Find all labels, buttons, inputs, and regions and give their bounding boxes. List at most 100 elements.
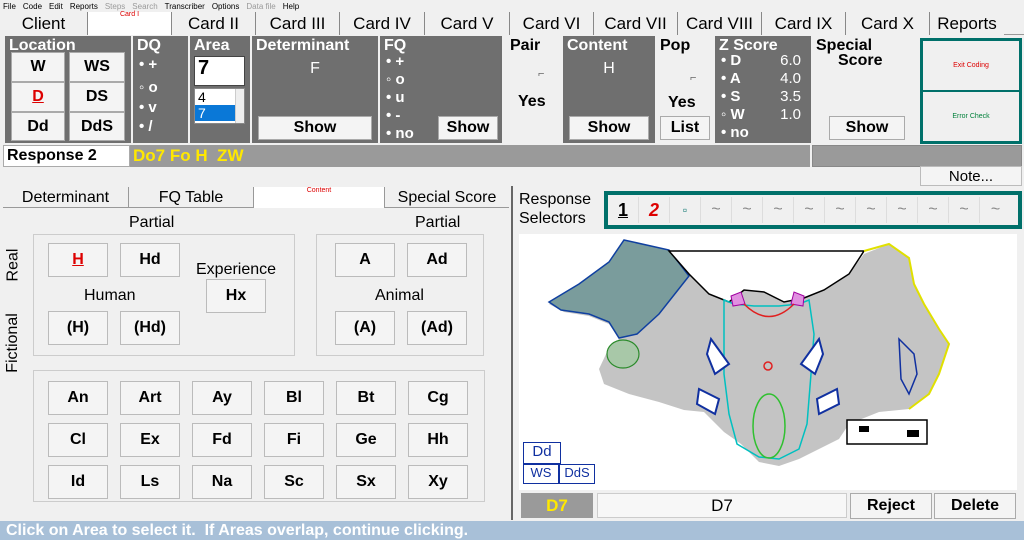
reject-button[interactable]: Reject [850,493,932,519]
tab-card-2[interactable]: Card II [172,12,256,35]
area-list-scrollbar[interactable] [235,89,244,123]
area-list[interactable]: 4 7 [194,88,245,124]
content-ad-paren-button[interactable]: (Ad) [407,311,467,345]
inkblot-region-small-green[interactable] [606,339,640,369]
dq-option-plus[interactable]: • + [139,56,157,73]
content-hh-button[interactable]: Hh [408,423,468,457]
subtab-fq-table[interactable]: FQ Table [129,187,254,208]
exit-coding-button[interactable]: Exit Coding [923,41,1019,90]
delete-button[interactable]: Delete [934,493,1016,519]
content-sc-button[interactable]: Sc [264,465,324,499]
content-art-button[interactable]: Art [120,381,180,415]
response-selector-3[interactable]: ▫ [670,197,701,223]
response-selector-empty[interactable]: ~ [732,197,763,223]
content-hd-button[interactable]: Hd [120,243,180,277]
pop-yes-label[interactable]: Yes [668,94,696,112]
tab-reports[interactable]: Reports [930,12,1004,35]
subtab-determinant[interactable]: Determinant [3,187,129,208]
menu-reports[interactable]: Reports [70,2,98,11]
content-cg-button[interactable]: Cg [408,381,468,415]
content-ls-button[interactable]: Ls [120,465,180,499]
pair-yes-label[interactable]: Yes [518,93,546,111]
content-fd-button[interactable]: Fd [192,423,252,457]
location-d-button[interactable]: D [11,82,65,112]
content-fi-button[interactable]: Fi [264,423,324,457]
subtab-content[interactable]: Content [254,187,384,208]
area-list-item[interactable]: 4 [195,89,235,105]
response-selector-empty[interactable]: ~ [794,197,825,223]
response-selector-2[interactable]: 2 [639,197,670,223]
determinant-show-button[interactable]: Show [258,116,372,140]
response-selector-empty[interactable]: ~ [763,197,794,223]
special-show-button[interactable]: Show [829,116,905,140]
content-an-button[interactable]: An [48,381,108,415]
content-bt-button[interactable]: Bt [336,381,396,415]
response-selector-empty[interactable]: ~ [918,197,949,223]
dq-option-slash[interactable]: • / [139,118,153,135]
menu-options[interactable]: Options [212,2,240,11]
location-w-button[interactable]: W [11,52,65,82]
fq-option-no[interactable]: • no [386,125,414,142]
content-ge-button[interactable]: Ge [336,423,396,457]
zscore-option-s[interactable]: • S 3.5 [721,88,809,105]
menu-file[interactable]: File [3,2,16,11]
content-id-button[interactable]: Id [48,465,108,499]
content-show-button[interactable]: Show [569,116,649,140]
pop-checkbox[interactable]: ⌐ [690,72,696,84]
response-selector-empty[interactable]: ~ [949,197,980,223]
menu-search[interactable]: Search [132,2,157,11]
tab-card-5[interactable]: Card V [425,12,510,35]
content-bl-button[interactable]: Bl [264,381,324,415]
content-hd-paren-button[interactable]: (Hd) [120,311,180,345]
inkblot-area[interactable]: Dd WS DdS [519,234,1017,490]
content-ay-button[interactable]: Ay [192,381,252,415]
content-xy-button[interactable]: Xy [408,465,468,499]
menu-code[interactable]: Code [23,2,42,11]
fq-option-plus[interactable]: • + [386,53,404,70]
error-check-button[interactable]: Error Check [923,92,1019,141]
location-ws-button[interactable]: WS [69,52,125,82]
tab-card-6[interactable]: Card VI [510,12,594,35]
subtab-special-score[interactable]: Special Score [384,187,509,208]
zscore-option-no[interactable]: • no [721,124,749,141]
fq-option-o[interactable]: ◦ o [386,71,405,88]
blot-ws-label[interactable]: WS [523,464,559,484]
response-selector-empty[interactable]: ~ [701,197,732,223]
tab-card-4[interactable]: Card IV [340,12,425,35]
zscore-option-w[interactable]: ◦ W 1.0 [721,106,809,123]
tab-card-7[interactable]: Card VII [594,12,678,35]
tab-card-8[interactable]: Card VIII [678,12,762,35]
content-a-button[interactable]: A [335,243,395,277]
content-hx-button[interactable]: Hx [206,279,266,313]
tab-card-10[interactable]: Card X [846,12,930,35]
fq-show-button[interactable]: Show [438,116,498,140]
zscore-option-d[interactable]: • D 6.0 [721,52,809,69]
content-na-button[interactable]: Na [192,465,252,499]
pair-checkbox[interactable]: ⌐ [538,68,544,80]
menu-transcriber[interactable]: Transcriber [165,2,205,11]
response-selector-empty[interactable]: ~ [825,197,856,223]
tab-card-9[interactable]: Card IX [762,12,846,35]
content-a-paren-button[interactable]: (A) [335,311,395,345]
tab-card-1[interactable]: Card I [88,11,172,35]
content-sx-button[interactable]: Sx [336,465,396,499]
zscore-option-a[interactable]: • A 4.0 [721,70,809,87]
content-h-paren-button[interactable]: (H) [48,311,108,345]
response-selector-empty[interactable]: ~ [856,197,887,223]
inkblot-image[interactable] [519,234,1017,490]
location-dd-button[interactable]: Dd [11,112,65,141]
content-ex-button[interactable]: Ex [120,423,180,457]
blot-dd-label[interactable]: Dd [523,442,561,464]
blot-dds-label[interactable]: DdS [559,464,595,484]
fq-option-minus[interactable]: • - [386,107,400,124]
content-cl-button[interactable]: Cl [48,423,108,457]
fq-option-u[interactable]: • u [386,89,405,106]
location-dds-button[interactable]: DdS [69,112,125,141]
content-ad-button[interactable]: Ad [407,243,467,277]
note-button[interactable]: Note... [920,166,1022,186]
menu-edit[interactable]: Edit [49,2,63,11]
location-ds-button[interactable]: DS [69,82,125,112]
pop-list-button[interactable]: List [660,116,710,140]
dq-option-v[interactable]: • v [139,99,157,116]
response-selector-1[interactable]: 1 [608,197,639,223]
